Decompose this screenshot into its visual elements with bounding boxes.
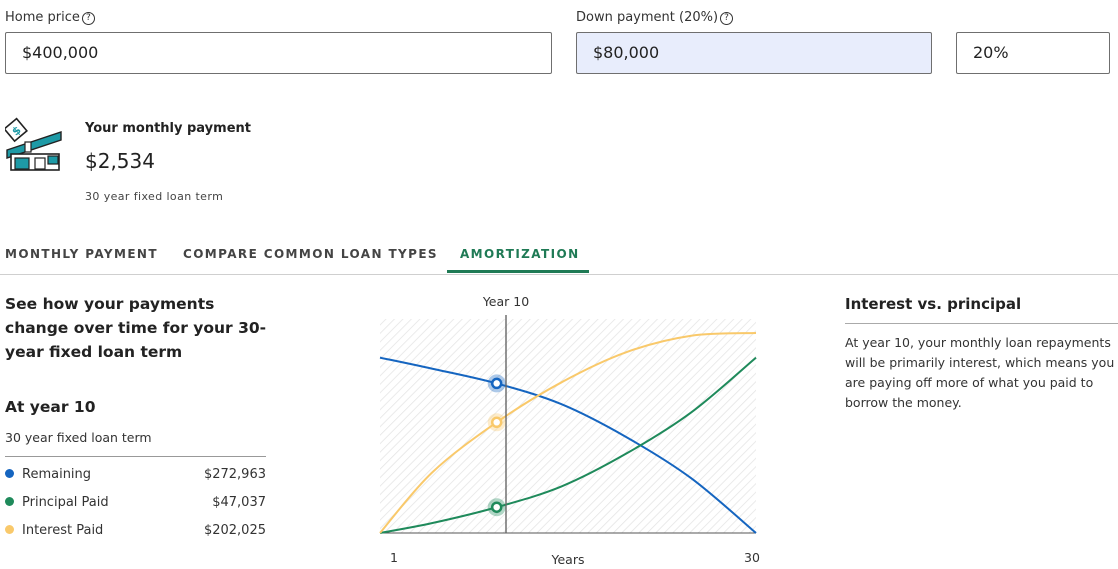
remaining-dot <box>5 469 14 478</box>
tab-monthly-payment[interactable]: MONTHLY PAYMENT <box>5 247 158 261</box>
x-axis-label: Years <box>551 552 585 567</box>
down-payment-percent-input[interactable]: 20% <box>956 32 1110 74</box>
home-price-input[interactable]: $400,000 <box>5 32 552 74</box>
help-icon[interactable]: ? <box>81 12 95 25</box>
year-marker-point-interest-paid[interactable] <box>490 416 503 429</box>
year-term-text: 30 year fixed loan term <box>5 430 152 445</box>
tab-amortization[interactable]: AMORTIZATION <box>460 247 580 261</box>
interest-dot <box>5 525 14 534</box>
monthly-payment-title: Your monthly payment <box>85 121 251 136</box>
year-heading: At year 10 <box>5 398 96 416</box>
principal-value: $47,037 <box>212 495 266 510</box>
down-payment-label: Down payment (20%)? <box>576 10 734 25</box>
down-payment-input[interactable]: $80,000 <box>576 32 932 74</box>
monthly-payment-amount: $2,534 <box>85 149 155 173</box>
tabs-divider <box>0 274 1118 275</box>
interest-value: $202,025 <box>203 523 266 538</box>
active-tab-underline <box>447 270 589 273</box>
side-note-body: At year 10, your monthly loan repayments… <box>845 335 1115 410</box>
x-tick-start: 1 <box>390 550 398 565</box>
amortization-heading: See how your payments change over time f… <box>5 295 267 361</box>
remaining-value: $272,963 <box>203 467 266 482</box>
chart-plot-area <box>380 319 756 533</box>
year-marker-label: Year 10 <box>482 294 529 309</box>
year-marker-point-remaining[interactable] <box>490 377 503 390</box>
stats-divider <box>5 456 266 457</box>
side-note-title: Interest vs. principal <box>845 295 1022 313</box>
side-note-divider <box>845 323 1118 324</box>
amortization-chart: Year 10 1 Years 30 <box>379 294 760 567</box>
year-marker-point-principal-paid[interactable] <box>490 501 503 513</box>
tab-compare-loan-types[interactable]: COMPARE COMMON LOAN TYPES <box>183 247 438 261</box>
loan-term-text: 30 year fixed loan term <box>85 190 224 203</box>
stat-row-remaining: Remaining $272,963 <box>5 467 266 482</box>
home-price-label: Home price? <box>5 10 95 25</box>
principal-dot <box>5 497 14 506</box>
help-icon[interactable]: ? <box>720 12 734 25</box>
stat-row-principal: Principal Paid $47,037 <box>5 495 266 510</box>
stat-row-interest: Interest Paid $202,025 <box>5 523 266 538</box>
x-tick-end: 30 <box>744 550 760 565</box>
house-icon: $ <box>3 116 63 172</box>
